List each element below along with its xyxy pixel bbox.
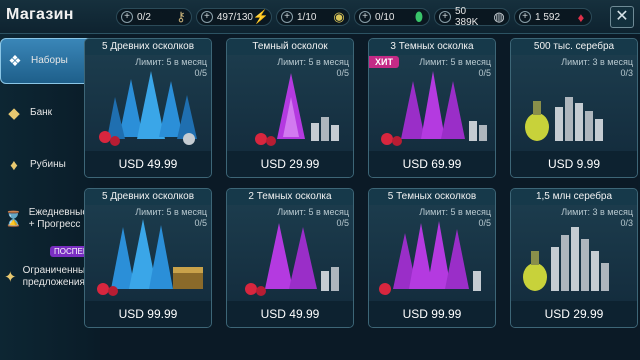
add-icon[interactable]: + — [281, 11, 293, 23]
arena-token-icon: ◉ — [333, 9, 345, 24]
add-icon[interactable]: + — [439, 11, 451, 23]
resource-value: 0/10 — [375, 11, 395, 23]
add-icon[interactable]: + — [359, 11, 371, 23]
close-button[interactable]: ✕ — [610, 6, 634, 28]
offer-card[interactable]: 5 Темных осколков Лимит: 5 в месяц 0/5 US… — [368, 188, 496, 328]
offer-limit: Лимит: 5 в месяц — [135, 57, 207, 67]
offer-limit: Лимит: 5 в месяц — [135, 207, 207, 217]
silver-icon: ◍ — [493, 9, 505, 24]
sidebar-item-bank[interactable]: ◆ Банк — [0, 90, 96, 136]
offer-card[interactable]: 2 Темных осколка Лимит: 5 в месяц 0/5 USD… — [226, 188, 354, 328]
price-button[interactable]: USD 69.99 — [369, 151, 495, 177]
rubies-icon: ♦ — [10, 156, 18, 174]
price-button[interactable]: USD 99.99 — [85, 301, 211, 327]
hourglass-icon: ⌛ — [4, 211, 23, 228]
resource-keys[interactable]: + 0/2 ⚷ — [116, 8, 192, 26]
resource-green-gems[interactable]: + 0/10 ⬮ — [354, 8, 430, 26]
offer-card[interactable]: Темный осколок Лимит: 5 в месяц 0/5 USD 2… — [226, 38, 354, 178]
offer-title: 1,5 млн серебра — [511, 189, 637, 205]
dark-shard-icon — [231, 217, 351, 297]
silver-potion-icon — [515, 217, 635, 297]
top-bar: Магазин + 0/2 ⚷ + 497/130 ⚡ + 1/10 ◉ + 0… — [0, 0, 640, 34]
offer-limit: Лимит: 5 в месяц — [419, 57, 491, 67]
offer-title: 2 Темных осколка — [227, 189, 353, 205]
price-button[interactable]: USD 29.99 — [227, 151, 353, 177]
close-icon: ✕ — [615, 8, 629, 25]
offer-title: 5 Древних осколков — [85, 189, 211, 205]
price-button[interactable]: USD 49.99 — [227, 301, 353, 327]
green-gem-icon: ⬮ — [414, 9, 424, 24]
sidebar-item-bundles[interactable]: ❖ Наборы — [0, 38, 96, 84]
sidebar-item-limited[interactable]: ✦ Ограниченные предложения — [0, 254, 96, 300]
price-button[interactable]: USD 99.99 — [369, 301, 495, 327]
dark-shard-icon — [373, 67, 493, 147]
offer-limit: Лимит: 5 в месяц — [277, 207, 349, 217]
offer-limit: Лимит: 3 в месяц — [561, 57, 633, 67]
page-title: Магазин — [6, 6, 74, 23]
limited-offer-icon: ✦ — [4, 269, 17, 286]
resource-value: 497/130 — [216, 11, 253, 23]
offer-limit: Лимит: 3 в месяц — [561, 207, 633, 217]
resource-value: 0/2 — [137, 11, 151, 23]
offer-limit: Лимит: 5 в месяц — [419, 207, 491, 217]
offer-title: 3 Темных осколка — [369, 39, 495, 55]
bank-icon: ◆ — [8, 105, 20, 122]
offer-card[interactable]: 3 Темных осколка ХИТ Лимит: 5 в месяц 0/5… — [368, 38, 496, 178]
offer-title: 5 Древних осколков — [85, 39, 211, 55]
resource-value: 50 389K — [455, 6, 479, 28]
offer-limit: Лимит: 5 в месяц — [277, 57, 349, 67]
sidebar-item-label: Наборы — [31, 55, 68, 66]
offer-card[interactable]: 5 Древних осколков Лимит: 5 в месяц 0/5 U… — [84, 188, 212, 328]
offer-title: 500 тыс. серебра — [511, 39, 637, 55]
sidebar-item-rubies[interactable]: ♦ Рубины — [0, 142, 96, 188]
sidebar-item-label: Рубины — [30, 159, 66, 170]
resource-value: 1/10 — [297, 11, 317, 23]
resource-rubies[interactable]: + 1 592 ♦ — [514, 8, 592, 26]
add-icon[interactable]: + — [201, 11, 213, 23]
resource-value: 1 592 — [535, 11, 561, 23]
key-icon: ⚷ — [176, 9, 186, 24]
ancient-shard-icon — [89, 67, 209, 147]
offer-title: 5 Темных осколков — [369, 189, 495, 205]
price-button[interactable]: USD 49.99 — [85, 151, 211, 177]
bundle-icon: ❖ — [8, 53, 22, 70]
dark-shard-icon — [231, 67, 351, 147]
ruby-icon: ♦ — [577, 9, 585, 25]
sidebar-item-daily[interactable]: ⌛ Ежедневные + Прогресс — [0, 196, 96, 242]
price-button[interactable]: USD 9.99 — [511, 151, 637, 177]
resource-energy[interactable]: + 497/130 ⚡ — [196, 8, 272, 26]
dark-shard-icon — [373, 217, 493, 297]
offer-card[interactable]: 5 Древних осколков Лимит: 5 в месяц 0/5 U… — [84, 38, 212, 178]
silver-potion-icon — [515, 67, 635, 147]
resource-arena-tokens[interactable]: + 1/10 ◉ — [276, 8, 350, 26]
add-icon[interactable]: + — [519, 11, 531, 23]
price-button[interactable]: USD 29.99 — [511, 301, 637, 327]
ancient-shard-icon — [89, 217, 209, 297]
energy-icon: ⚡ — [252, 9, 270, 24]
sidebar-item-label: Банк — [30, 107, 53, 118]
offer-card[interactable]: 500 тыс. серебра Лимит: 3 в месяц 0/3 USD… — [510, 38, 638, 178]
offer-card[interactable]: 1,5 млн серебра Лимит: 3 в месяц 0/3 USD … — [510, 188, 638, 328]
resource-silver[interactable]: + 50 389K ◍ — [434, 6, 510, 28]
offer-title: Темный осколок — [227, 39, 353, 55]
add-icon[interactable]: + — [121, 11, 133, 23]
